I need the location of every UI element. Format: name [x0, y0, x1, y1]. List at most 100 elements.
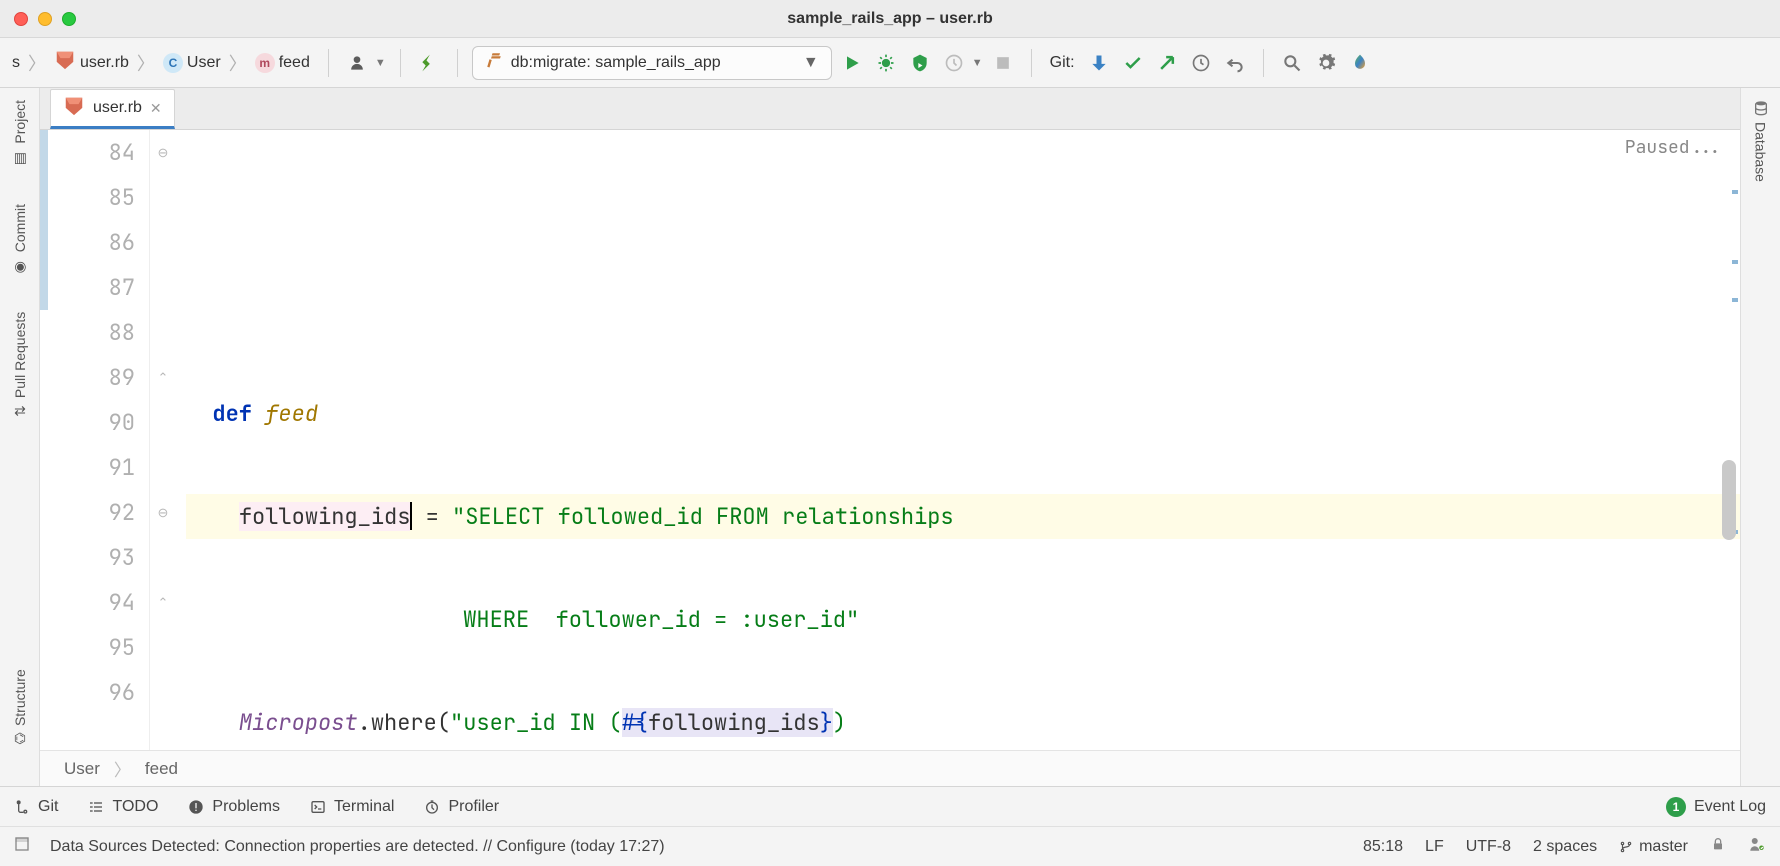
- lock-icon[interactable]: [1710, 836, 1726, 857]
- project-label: Project: [12, 100, 28, 144]
- editor-tabstrip: user.rb ✕: [40, 88, 1740, 130]
- pull-requests-tool-button[interactable]: ⇄ Pull Requests: [12, 306, 28, 422]
- structure-icon: ⌬: [13, 730, 25, 746]
- chevron-down-icon: ▼: [803, 54, 819, 72]
- ruby-file-icon: [63, 95, 85, 122]
- run-configuration-label: db:migrate: sample_rails_app: [511, 54, 721, 72]
- pull-requests-label: Pull Requests: [12, 312, 28, 398]
- breadcrumb-separator: 〉: [28, 50, 46, 76]
- profiler-run-button[interactable]: [940, 49, 968, 77]
- event-log-button[interactable]: Event Log: [1694, 798, 1766, 816]
- line-separator[interactable]: LF: [1425, 838, 1444, 856]
- structure-label: Structure: [12, 669, 28, 726]
- breadcrumb-method[interactable]: feed: [145, 759, 178, 779]
- database-tool-button[interactable]: Database: [1753, 94, 1769, 188]
- breadcrumb-class[interactable]: User: [64, 759, 100, 779]
- git-tool-button[interactable]: Git: [14, 798, 58, 816]
- breadcrumb-separator: 〉: [229, 50, 247, 76]
- breadcrumb-file-label: user.rb: [80, 54, 129, 72]
- git-branch[interactable]: master: [1619, 838, 1688, 856]
- run-with-coverage-button[interactable]: [906, 49, 934, 77]
- file-encoding[interactable]: UTF-8: [1466, 838, 1511, 856]
- terminal-tool-button[interactable]: Terminal: [310, 798, 394, 816]
- inspection-hector-icon[interactable]: [1748, 835, 1766, 858]
- titlebar: sample_rails_app – user.rb: [0, 0, 1780, 38]
- stop-button[interactable]: [989, 49, 1017, 77]
- fold-end-icon[interactable]: ⌃: [154, 369, 172, 387]
- status-bar: Data Sources Detected: Connection proper…: [0, 826, 1780, 866]
- breadcrumb-class[interactable]: C User: [159, 51, 225, 75]
- problems-tool-label: Problems: [212, 798, 280, 816]
- editor-breadcrumb-bar: User 〉 feed: [40, 750, 1740, 786]
- scrollbar-thumb[interactable]: [1722, 460, 1736, 540]
- caret-position[interactable]: 85:18: [1363, 838, 1403, 856]
- ruby-file-icon: [54, 49, 76, 76]
- debug-button[interactable]: [872, 49, 900, 77]
- dropdown-icon[interactable]: ▼: [375, 57, 386, 69]
- left-tool-strip: ▤ Project ◉ Commit ⇄ Pull Requests ⌬ Str…: [0, 88, 40, 786]
- bottom-tool-buttons: Git TODO Problems Terminal Profiler 1 Ev…: [0, 786, 1780, 826]
- git-tool-label: Git: [38, 798, 58, 816]
- text-caret: [410, 502, 412, 530]
- vcs-push-button[interactable]: [1153, 49, 1181, 77]
- learn-ide-button[interactable]: [1346, 49, 1374, 77]
- breadcrumb-root[interactable]: s: [8, 52, 24, 74]
- commit-tool-button[interactable]: ◉ Commit: [12, 198, 28, 280]
- class-icon: C: [163, 53, 183, 73]
- structure-tool-button[interactable]: ⌬ Structure: [12, 663, 28, 750]
- search-everywhere-button[interactable]: [1278, 49, 1306, 77]
- right-tool-strip: Database: [1740, 88, 1780, 786]
- dropdown-icon[interactable]: ▼: [972, 57, 983, 69]
- run-configuration-select[interactable]: db:migrate: sample_rails_app ▼: [472, 46, 832, 80]
- project-tool-button[interactable]: ▤ Project: [12, 94, 28, 172]
- breadcrumb-separator: 〉: [137, 50, 155, 76]
- git-label: Git:: [1046, 54, 1079, 72]
- problems-tool-button[interactable]: Problems: [188, 798, 280, 816]
- profiler-tool-button[interactable]: Profiler: [424, 798, 499, 816]
- fold-end-icon[interactable]: ⌃: [154, 594, 172, 612]
- pull-requests-icon: ⇄: [14, 402, 26, 418]
- commit-icon: ◉: [12, 258, 28, 274]
- code-editor[interactable]: 84 85 86 87 88 89 90 91 92 93 94 95 96 ⊖…: [40, 130, 1740, 750]
- vcs-commit-button[interactable]: [1119, 49, 1147, 77]
- ide-settings-button[interactable]: [1312, 49, 1340, 77]
- profiler-tool-label: Profiler: [448, 798, 499, 816]
- breadcrumb-file[interactable]: user.rb: [50, 47, 133, 78]
- database-icon: [1753, 100, 1769, 116]
- commit-label: Commit: [12, 204, 28, 252]
- window-title: sample_rails_app – user.rb: [0, 10, 1780, 28]
- fold-collapse-icon[interactable]: ⊖: [154, 504, 172, 522]
- vcs-update-button[interactable]: [1085, 49, 1113, 77]
- todo-tool-button[interactable]: TODO: [88, 798, 158, 816]
- gutter-line-numbers: 84 85 86 87 88 89 90 91 92 93 94 95 96: [40, 130, 150, 750]
- indent-settings[interactable]: 2 spaces: [1533, 838, 1597, 856]
- todo-tool-label: TODO: [112, 798, 158, 816]
- terminal-tool-label: Terminal: [334, 798, 394, 816]
- breadcrumb-class-label: User: [187, 54, 221, 72]
- breadcrumb-method[interactable]: m feed: [251, 51, 314, 75]
- fold-gutter: ⊖ ⌃ ⊖ ⌃: [150, 130, 178, 750]
- rake-icon: [485, 51, 503, 74]
- editor-tab[interactable]: user.rb ✕: [50, 89, 175, 129]
- database-label: Database: [1753, 122, 1769, 182]
- code-with-me-button[interactable]: [343, 49, 371, 77]
- build-button[interactable]: [415, 49, 443, 77]
- breadcrumb-separator: 〉: [114, 756, 131, 781]
- close-tab-button[interactable]: ✕: [150, 100, 162, 117]
- code-content[interactable]: Paused... def feed following_ids = "SELE…: [178, 130, 1740, 750]
- main-toolbar: s 〉 user.rb 〉 C User 〉 m feed ▼ db:migra…: [0, 38, 1780, 88]
- fold-collapse-icon[interactable]: ⊖: [154, 144, 172, 162]
- status-message[interactable]: Data Sources Detected: Connection proper…: [50, 838, 665, 856]
- git-branch-label: master: [1639, 838, 1688, 856]
- debugger-paused-badge: Paused...: [1625, 136, 1722, 159]
- tool-window-toggle-icon[interactable]: [14, 836, 30, 857]
- navigation-breadcrumbs: s 〉 user.rb 〉 C User 〉 m feed: [8, 47, 314, 78]
- vcs-rollback-button[interactable]: [1221, 49, 1249, 77]
- method-icon: m: [255, 53, 275, 73]
- event-count-badge: 1: [1666, 797, 1686, 817]
- vcs-history-button[interactable]: [1187, 49, 1215, 77]
- editor-area: user.rb ✕ 84 85 86 87 88 89 90 91 92 93 …: [40, 88, 1740, 786]
- run-button[interactable]: [838, 49, 866, 77]
- editor-tab-label: user.rb: [93, 99, 142, 117]
- breadcrumb-method-label: feed: [279, 54, 310, 72]
